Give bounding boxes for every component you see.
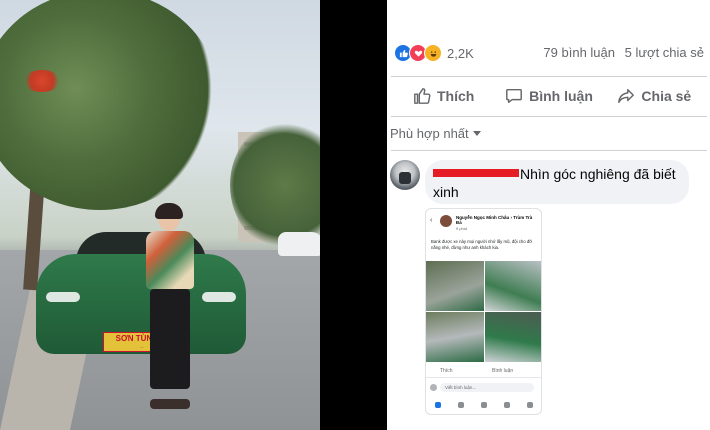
comment-button[interactable]: Bình luận [496,80,601,112]
comment-bubble: Nhìn góc nghiêng đã biết xinh [425,160,689,204]
home-icon [434,402,441,408]
reactions-summary[interactable]: 2,2K [394,43,474,63]
groups-icon [480,402,487,408]
comment-icon [506,88,523,104]
like-button[interactable]: Thích [391,80,496,112]
shoes [150,399,190,409]
post-photo[interactable]: SƠN TÙNG AI — [0,0,320,430]
attachment-photo [426,261,484,311]
share-button[interactable]: Chia sẻ [602,80,707,112]
divider [426,377,541,378]
camera-icon [430,384,437,391]
attachment-comment: Bình luận [492,368,514,374]
watch-icon [457,402,464,408]
divider [391,150,707,151]
hair [155,203,183,219]
comment-attachment-image[interactable]: ‹ Nguyễn Ngọc Minh Châu › Trùm Trà Đá 9 … [425,208,542,415]
attachment-photo [485,261,541,311]
attachment-time: 9 phút [456,226,468,231]
pants [150,289,190,389]
post-stats: 79 bình luận 5 lượt chia sẻ [537,45,704,60]
share-icon [618,88,635,104]
tree-left [0,0,220,210]
white-car [278,232,320,256]
redacted-name [433,169,519,177]
notifications-icon [503,402,510,408]
attachment-like: Thích [440,368,453,374]
woman-figure [140,203,200,415]
divider [391,76,707,77]
comment-label: Bình luận [529,88,593,104]
back-arrow-icon: ‹ [430,217,433,224]
attachment-description: Bank được xe này mọi người nhớ lấy mũ, đ… [431,239,533,250]
attachment-photo [426,312,484,362]
sort-label: Phù hợp nhất [390,126,469,141]
reaction-count[interactable]: 2,2K [447,46,474,61]
attachment-nav-bar [426,398,541,412]
attachment-comment-input: Viết bình luận... [440,383,534,392]
attachment-photo [485,312,541,362]
avatar[interactable] [390,160,420,190]
car-headlight [46,292,80,302]
menu-icon [526,402,533,408]
share-label: Chia sẻ [641,88,692,104]
caret-down-icon [472,131,481,136]
comment-text-continued: xinh [433,184,459,200]
thumbs-up-icon [414,88,431,104]
attachment-header: ‹ Nguyễn Ngọc Minh Châu › Trùm Trà Đá 9 … [430,213,537,235]
attachment-page-name: Nguyễn Ngọc Minh Châu › Trùm Trà Đá [456,215,533,225]
red-flowers [22,70,62,92]
haha-icon [424,44,442,62]
like-label: Thích [436,88,475,104]
comment-sort-dropdown[interactable]: Phù hợp nhất [390,126,481,141]
comment-count[interactable]: 79 bình luận [543,45,615,60]
top [146,231,194,289]
action-bar: Thích Bình luận Chia sẻ [391,80,707,112]
comment-text: Nhìn góc nghiêng đã biết [520,166,676,182]
divider [391,116,707,117]
car-headlight [202,292,236,302]
share-count[interactable]: 5 lượt chia sẻ [625,45,704,60]
attachment-avatar [440,215,452,227]
